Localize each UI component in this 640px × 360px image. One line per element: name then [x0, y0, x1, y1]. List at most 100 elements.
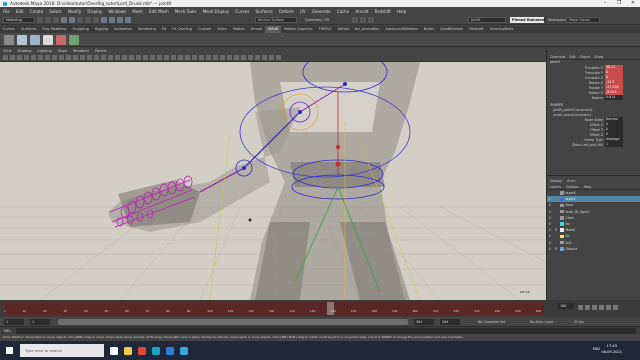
close-button[interactable]: ✕ [626, 0, 640, 7]
shelf-tab-poly-modeling[interactable]: Poly Modeling [39, 26, 69, 33]
layer-color-swatch[interactable] [560, 216, 564, 220]
panel-tool-icon[interactable] [66, 55, 71, 60]
shelf-tab-advancedskeleton[interactable]: AdvancedSkeleton [382, 26, 420, 33]
attribute-name[interactable]: Rotate X [547, 81, 605, 85]
panel-tool-icon[interactable] [150, 55, 155, 60]
menu-surfaces[interactable]: Surfaces [252, 9, 276, 14]
shelf-tab-surfaces[interactable]: Surfaces [18, 26, 39, 33]
panel-tool-icon[interactable] [143, 55, 148, 60]
explorer-icon[interactable] [124, 346, 132, 355]
layer-color-swatch[interactable] [560, 240, 564, 245]
panel-tool-icon[interactable] [171, 55, 176, 60]
input-attribute-name[interactable]: Node State [547, 118, 605, 122]
panel-tool-icon[interactable] [59, 55, 64, 60]
panel-tool-icon[interactable] [10, 55, 15, 60]
channel-menu-channels[interactable]: Channels [550, 55, 565, 59]
layer-tab-display[interactable]: Display [550, 179, 562, 183]
panel-tool-icon[interactable] [87, 55, 92, 60]
go-end-icon[interactable] [613, 305, 618, 310]
input-attribute-value[interactable]: Normal [605, 117, 623, 122]
undo-icon[interactable] [61, 16, 67, 23]
menu-help[interactable]: Help [394, 9, 409, 14]
panel-menu-panels[interactable]: Panels [92, 49, 109, 53]
panel-tool-icon[interactable] [227, 55, 232, 60]
shelf-tab-sculpting[interactable]: Sculpting [70, 26, 92, 33]
input-attribute-name[interactable]: Offset Y [547, 128, 605, 132]
shelf-tab-bifrost[interactable]: Bifrost [335, 26, 352, 33]
layer-color-swatch[interactable] [560, 228, 564, 232]
select-hierarchy-icon[interactable] [77, 16, 83, 23]
attribute-value[interactable]: 0 [605, 75, 623, 80]
input-attribute-value[interactable]: 0 [605, 122, 623, 127]
shelf-tab-skinningtools[interactable]: SkinningTools [487, 26, 517, 33]
step-back-icon[interactable] [585, 305, 590, 310]
shelf-tab-rendering[interactable]: Rendering [135, 26, 159, 33]
layer-visibility-toggle[interactable]: V [547, 210, 553, 214]
ik-icon[interactable] [30, 34, 40, 45]
layer-playback-toggle[interactable]: R [553, 247, 559, 251]
input-attribute-name[interactable]: Zblsv Left Joint W0 [547, 143, 605, 147]
snap-curve-icon[interactable] [109, 16, 115, 23]
telegram-icon[interactable] [180, 346, 188, 355]
maximize-button[interactable]: ❐ [612, 0, 626, 7]
shelf-tab-xgen[interactable]: XGen [214, 26, 229, 33]
panel-menu-renderer[interactable]: Renderer [70, 49, 92, 53]
symmetry-dropdown[interactable]: Symmetry: Off [305, 17, 329, 23]
panel-tool-icon[interactable] [241, 55, 246, 60]
menu-modify[interactable]: Modify [65, 9, 84, 14]
redo-icon[interactable] [69, 16, 75, 23]
layer-color-swatch[interactable] [560, 197, 564, 202]
layer-tab-anim[interactable]: Anim [567, 179, 575, 183]
layer-color-swatch[interactable] [560, 234, 564, 239]
new-scene-icon[interactable] [37, 16, 43, 23]
input-attribute-value[interactable]: 1 [605, 142, 623, 147]
layer-color-swatch[interactable] [560, 209, 564, 214]
layer-visibility-toggle[interactable]: V [547, 203, 553, 207]
panel-tool-icon[interactable] [73, 55, 78, 60]
layer-visibility-toggle[interactable]: V [547, 216, 553, 220]
language-indicator[interactable]: ENG [593, 347, 600, 351]
layer-visibility-toggle[interactable]: V [547, 241, 553, 245]
layer-color-swatch[interactable] [560, 191, 564, 195]
panel-tool-icon[interactable] [38, 55, 43, 60]
menu-select[interactable]: Select [46, 9, 65, 14]
attribute-name[interactable]: Translate Y [547, 71, 605, 75]
panel-tool-icon[interactable] [31, 55, 36, 60]
curve-icon[interactable] [43, 34, 53, 45]
attribute-value[interactable]: -8.015 [605, 90, 623, 95]
attribute-value[interactable]: 0 [605, 70, 623, 75]
panel-menu-view[interactable]: View [0, 49, 14, 53]
panel-tool-icon[interactable] [80, 55, 85, 60]
menu-set-dropdown[interactable]: Modeling [3, 16, 35, 23]
panel-tool-icon[interactable] [108, 55, 113, 60]
panel-tool-icon[interactable] [234, 55, 239, 60]
shelf-tab-mask[interactable]: MASK [265, 26, 282, 33]
panel-tool-icon[interactable] [269, 55, 274, 60]
panel-tool-icon[interactable] [157, 55, 162, 60]
panel-tool-icon[interactable] [164, 55, 169, 60]
current-frame-field[interactable]: 160 [558, 303, 574, 309]
shelf-tab-fx[interactable]: FX [159, 26, 169, 33]
panel-tool-icon[interactable] [262, 55, 267, 60]
shelf-tab-motion[interactable]: Motion [230, 26, 248, 33]
menu-create[interactable]: Create [27, 9, 46, 14]
menu-redshift[interactable]: Redshift [372, 9, 394, 14]
render-settings-icon[interactable] [368, 17, 374, 23]
snap-grid-icon[interactable] [101, 16, 107, 23]
attribute-name[interactable]: Radius [547, 96, 605, 100]
menu-curves[interactable]: Curves [232, 9, 252, 14]
shelf-tab-bcl_animation[interactable]: bcl_animation [352, 26, 382, 33]
shelf-tab-bullet[interactable]: Bullet [421, 26, 437, 33]
search-input[interactable]: joint9 [468, 17, 506, 23]
layer-menu-help[interactable]: Help [584, 185, 592, 189]
panel-tool-icon[interactable] [206, 55, 211, 60]
go-start-icon[interactable] [578, 305, 583, 310]
panel-tool-icon[interactable] [52, 55, 57, 60]
panel-tool-icon[interactable] [3, 55, 8, 60]
menu-file[interactable]: File [0, 9, 13, 14]
panel-tool-icon[interactable] [276, 55, 281, 60]
panel-tool-icon[interactable] [129, 55, 134, 60]
input-attribute-value[interactable]: Average [605, 137, 623, 142]
layer-color-swatch[interactable] [560, 247, 564, 251]
pose-editor-dropdown[interactable]: Pinned Rainment [510, 17, 546, 23]
